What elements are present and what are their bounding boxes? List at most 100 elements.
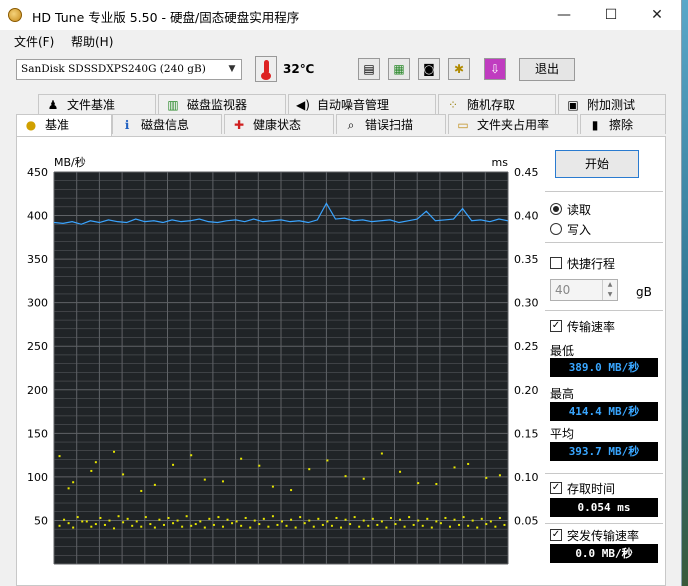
access-time-point xyxy=(63,518,66,521)
access-time-point xyxy=(249,526,252,529)
access-time-point xyxy=(349,523,352,526)
access-time-point xyxy=(417,482,420,485)
access-time-point xyxy=(221,480,224,483)
tab-file-benchmark[interactable]: ♟ 文件基准 xyxy=(38,94,156,114)
y-tick-label: 300 xyxy=(27,297,48,310)
access-time-checkbox[interactable]: ✓ xyxy=(550,482,562,494)
access-time-point xyxy=(444,516,447,519)
y2-axis-label: ms xyxy=(492,156,509,169)
minimize-button[interactable]: — xyxy=(541,0,587,30)
maximize-button[interactable]: ☐ xyxy=(588,0,634,30)
benchmark-icon: ● xyxy=(25,118,37,132)
access-time-point xyxy=(185,515,188,518)
y-tick-label: 150 xyxy=(27,427,48,440)
access-time-point xyxy=(376,523,379,526)
access-time-point xyxy=(326,459,329,462)
write-radio[interactable] xyxy=(550,223,562,235)
access-time-point xyxy=(72,481,75,484)
access-time-point xyxy=(190,524,193,527)
spin-arrows-icon[interactable]: ▲ ▼ xyxy=(602,280,617,300)
access-time-point xyxy=(344,475,347,478)
tab-strip: ♟ 文件基准 ▥ 磁盘监视器 ◀) 自动噪音管理 ⁘ 随机存取 ▣ 附加测试 ● 基准 ℹ磁… xyxy=(16,92,666,136)
access-time-point xyxy=(76,516,79,519)
tab-erase[interactable]: ▮ 擦除 xyxy=(580,114,666,134)
tab-random-access[interactable]: ⁘ 随机存取 xyxy=(438,94,556,114)
access-time-point xyxy=(108,519,111,522)
access-time-point xyxy=(476,526,479,529)
hd-tune-app-icon xyxy=(8,8,22,22)
access-time-point xyxy=(498,516,501,519)
avg-label: 平均 xyxy=(550,427,575,441)
access-time-point xyxy=(362,477,365,480)
y2-tick-label: 0.45 xyxy=(514,166,539,179)
access-time-point xyxy=(330,524,333,527)
tab-benchmark[interactable]: ● 基准 xyxy=(16,114,112,136)
y-axis-label: MB/秒 xyxy=(54,155,86,169)
access-time-point xyxy=(131,524,134,527)
access-time-point xyxy=(221,525,224,528)
tab-aam[interactable]: ◀) 自动噪音管理 xyxy=(288,94,436,114)
read-radio[interactable] xyxy=(550,203,562,215)
access-time-point xyxy=(335,516,338,519)
access-time-point xyxy=(162,523,165,526)
access-time-point xyxy=(435,482,438,485)
copy-info-icon[interactable]: ▦ xyxy=(388,58,410,80)
start-button[interactable]: 开始 xyxy=(555,150,639,178)
tab-error-scan[interactable]: ⌕ 错误扫描 xyxy=(336,114,446,134)
y2-tick-label: 0.40 xyxy=(514,210,539,223)
title-bar: HD Tune 专业版 5.50 - 硬盘/固态硬盘实用程序 — ☐ ✕ xyxy=(0,0,681,30)
access-time-point xyxy=(276,523,279,526)
quick-stroke-stepper[interactable]: 40 ▲ ▼ xyxy=(550,279,618,301)
save-down-arrow-icon[interactable]: ⇩ xyxy=(484,58,506,80)
tab-health[interactable]: ✚ 健康状态 xyxy=(224,114,334,134)
access-time-point xyxy=(358,525,361,528)
access-time-point xyxy=(467,524,470,527)
toolbar: SanDisk SDSSDXPS240G (240 gB) ▼ 32℃ ▤ ▦ … xyxy=(0,54,681,86)
exit-button[interactable]: 退出 xyxy=(519,58,575,81)
y-tick-label: 400 xyxy=(27,210,48,223)
access-time-point xyxy=(144,516,147,519)
y2-tick-label: 0.20 xyxy=(514,384,539,397)
tab-disk-info[interactable]: ℹ 磁盘信息 xyxy=(112,114,222,134)
transfer-rate-checkbox[interactable]: ✓ xyxy=(550,320,562,332)
random-access-icon: ⁘ xyxy=(447,98,459,112)
access-time-point xyxy=(67,522,70,525)
access-time-point xyxy=(90,525,93,528)
access-time-point xyxy=(172,463,175,466)
burst-rate-checkbox[interactable]: ✓ xyxy=(550,529,562,541)
drive-select-value: SanDisk SDSSDXPS240G (240 gB) xyxy=(21,63,206,75)
close-button[interactable]: ✕ xyxy=(634,0,680,30)
access-time-point xyxy=(281,520,283,523)
magnifier-icon: ⌕ xyxy=(347,118,355,132)
info-icon: ℹ xyxy=(124,118,130,132)
tab-disk-monitor[interactable]: ▥ 磁盘监视器 xyxy=(158,94,286,114)
access-time-point xyxy=(113,450,116,453)
copy-text-icon[interactable]: ▤ xyxy=(358,58,380,80)
drive-select[interactable]: SanDisk SDSSDXPS240G (240 gB) ▼ xyxy=(16,59,242,80)
quick-stroke-checkbox[interactable] xyxy=(550,257,562,269)
y-tick-label: 100 xyxy=(27,471,48,484)
camera-icon[interactable]: ◙ xyxy=(418,58,440,80)
disk-monitor-icon: ▥ xyxy=(167,98,179,112)
access-time-point xyxy=(430,526,433,529)
access-time-point xyxy=(439,522,442,525)
access-time-point xyxy=(485,523,488,526)
y-tick-label: 50 xyxy=(34,514,48,527)
tab-folder-usage[interactable]: ▭ 文件夹占用率 xyxy=(448,114,578,134)
access-time-label: 存取时间 xyxy=(567,482,616,496)
tab-extra-tests[interactable]: ▣ 附加测试 xyxy=(558,94,666,114)
access-time-point xyxy=(267,525,270,528)
menu-help[interactable]: 帮助(H) xyxy=(71,33,113,50)
access-time-point xyxy=(67,487,70,490)
access-time-point xyxy=(285,524,288,527)
options-icon[interactable]: ✱ xyxy=(448,58,470,80)
access-time-point xyxy=(212,523,215,526)
access-time-point xyxy=(217,516,220,519)
quick-stroke-unit: gB xyxy=(636,285,652,299)
access-time-point xyxy=(308,468,311,471)
menu-file[interactable]: 文件(F) xyxy=(14,33,54,50)
access-time-point xyxy=(462,516,465,519)
y2-tick-label: 0.25 xyxy=(514,340,539,353)
access-time-point xyxy=(117,515,120,518)
access-time-point xyxy=(312,525,315,528)
